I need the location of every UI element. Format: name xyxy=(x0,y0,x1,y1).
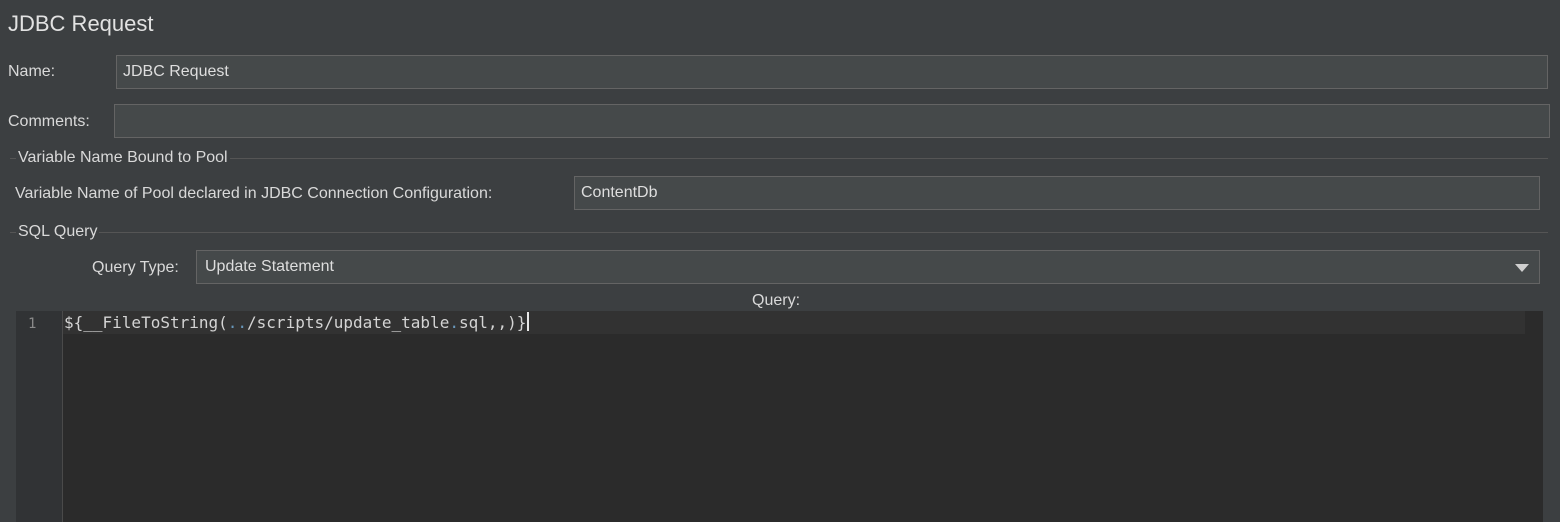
code-prefix: ${__FileToString( xyxy=(64,313,228,332)
query-type-label: Query Type: xyxy=(92,259,179,276)
query-type-select[interactable]: Update Statement xyxy=(196,250,1540,284)
code-middle: /scripts/update_table xyxy=(247,313,450,332)
code-line[interactable]: ${__FileToString(../scripts/update_table… xyxy=(64,312,530,334)
pool-input[interactable]: ContentDb xyxy=(574,176,1540,210)
code-dots: .. xyxy=(227,313,248,332)
pool-group-title: Variable Name Bound to Pool xyxy=(16,149,230,167)
query-type-value: Update Statement xyxy=(205,258,334,275)
sql-group-title: SQL Query xyxy=(16,223,100,241)
name-label: Name: xyxy=(8,63,56,80)
query-editor[interactable]: 1 ${__FileToString(../scripts/update_tab… xyxy=(16,311,1543,522)
line-number: 1 xyxy=(28,316,37,332)
code-dot: . xyxy=(449,313,459,332)
text-caret xyxy=(527,312,530,331)
sql-group-border xyxy=(10,232,1548,233)
line-number-gutter: 1 xyxy=(16,311,63,522)
chevron-down-icon[interactable] xyxy=(1515,264,1529,272)
query-label: Query: xyxy=(752,292,801,309)
name-input[interactable]: JDBC Request xyxy=(116,55,1548,89)
pool-label: Variable Name of Pool declared in JDBC C… xyxy=(15,185,493,202)
comments-input[interactable] xyxy=(114,104,1550,138)
code-suffix: sql,,)} xyxy=(458,313,527,332)
pool-group-border xyxy=(10,158,1548,159)
comments-label: Comments: xyxy=(8,113,90,130)
panel-title: JDBC Request xyxy=(8,11,154,36)
jdbc-request-panel: JDBC Request Name: JDBC Request Comments… xyxy=(0,0,1560,522)
